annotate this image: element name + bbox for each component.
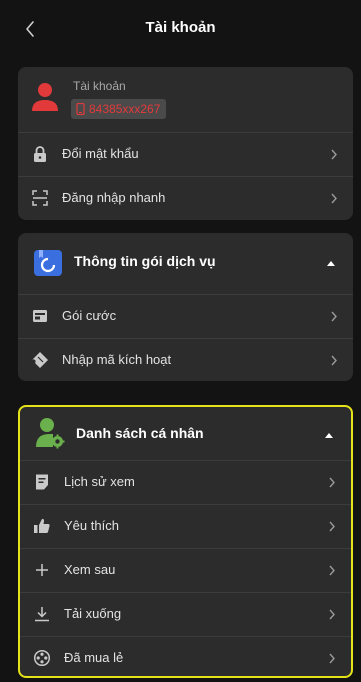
- account-id-badge: 84385xxx267: [71, 99, 167, 119]
- thumbs-up-icon: [34, 518, 50, 533]
- service-card: Thông tin gói dịch vụ Gói cước Nhập mã k…: [18, 233, 353, 381]
- film-reel-icon: [33, 649, 51, 667]
- quick-login-row[interactable]: Đăng nhập nhanh: [18, 176, 353, 220]
- download-icon: [35, 607, 49, 622]
- favorites-label: Yêu thích: [64, 518, 119, 533]
- chevron-right-icon: [331, 149, 337, 160]
- history-icon: [36, 474, 48, 490]
- account-card: Tài khoản 84385xxx267 Đổi mật khẩu Đăng …: [18, 67, 353, 220]
- package-plan-label: Gói cước: [62, 308, 117, 323]
- user-avatar-icon: [32, 83, 58, 111]
- quick-login-label: Đăng nhập nhanh: [62, 190, 166, 205]
- chevron-right-icon: [331, 193, 337, 204]
- chevron-right-icon: [331, 355, 337, 366]
- change-password-label: Đổi mật khẩu: [62, 146, 139, 161]
- downloads-label: Tải xuống: [64, 606, 122, 621]
- phone-icon: [76, 103, 85, 115]
- personal-section-header[interactable]: Danh sách cá nhân: [20, 405, 351, 463]
- account-label: Tài khoản: [73, 79, 126, 93]
- chevron-right-icon: [329, 477, 335, 488]
- chevron-right-icon: [329, 521, 335, 532]
- caret-up-icon[interactable]: [327, 260, 335, 266]
- chevron-right-icon: [329, 609, 335, 620]
- watch-later-label: Xem sau: [64, 562, 116, 577]
- watch-history-row[interactable]: Lịch sử xem: [20, 460, 351, 504]
- watch-history-label: Lịch sử xem: [64, 474, 135, 489]
- wallet-icon: [33, 310, 47, 322]
- page-title: Tài khoản: [145, 19, 216, 36]
- personal-section-title: Danh sách cá nhân: [76, 425, 204, 441]
- account-id-text: 84385xxx267: [89, 102, 161, 116]
- downloads-row[interactable]: Tải xuống: [20, 592, 351, 636]
- service-section-header[interactable]: Thông tin gói dịch vụ: [18, 233, 353, 291]
- personal-list-icon: [36, 418, 65, 449]
- plus-icon: [36, 564, 48, 576]
- package-plan-row[interactable]: Gói cước: [18, 294, 353, 338]
- activation-code-row[interactable]: Nhập mã kích hoạt: [18, 338, 353, 382]
- personal-list-card: Danh sách cá nhân Lịch sử xem Yêu thích …: [18, 405, 353, 678]
- activation-code-label: Nhập mã kích hoạt: [62, 352, 172, 367]
- scan-icon: [32, 190, 48, 206]
- purchased-label: Đã mua lẻ: [64, 650, 124, 665]
- chevron-right-icon: [331, 311, 337, 322]
- purchased-row[interactable]: Đã mua lẻ: [20, 636, 351, 680]
- ticket-icon: [32, 352, 48, 368]
- service-section-title: Thông tin gói dịch vụ: [74, 253, 216, 269]
- watch-later-row[interactable]: Xem sau: [20, 548, 351, 592]
- change-password-row[interactable]: Đổi mật khẩu: [18, 132, 353, 176]
- top-bar: Tài khoản: [0, 0, 361, 58]
- caret-up-icon[interactable]: [325, 432, 333, 438]
- lock-icon: [34, 146, 46, 162]
- favorites-row[interactable]: Yêu thích: [20, 504, 351, 548]
- chevron-right-icon: [329, 565, 335, 576]
- service-package-icon: [34, 250, 62, 276]
- chevron-right-icon: [329, 653, 335, 664]
